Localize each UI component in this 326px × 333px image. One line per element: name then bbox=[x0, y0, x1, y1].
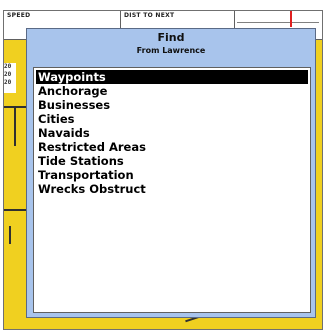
list-item-navaids[interactable]: Navaids bbox=[36, 126, 308, 140]
dist-to-next-field-label: DIST TO NEXT bbox=[124, 12, 175, 19]
list-item-restricted-areas[interactable]: Restricted Areas bbox=[36, 140, 308, 154]
map-road-line bbox=[9, 226, 11, 244]
list-item-tide-stations[interactable]: Tide Stations bbox=[36, 154, 308, 168]
list-item-businesses[interactable]: Businesses bbox=[36, 98, 308, 112]
map-road-line bbox=[4, 209, 28, 211]
find-dialog: Find From Lawrence Waypoints Anchorage B… bbox=[26, 28, 316, 318]
scale-line: 20 bbox=[4, 63, 12, 70]
scale-line: 20 bbox=[4, 71, 12, 78]
gps-device-screen: SPEED DIST TO NEXT 20 20 20 Find From La… bbox=[0, 0, 326, 333]
scale-line: 20 bbox=[4, 79, 12, 86]
map-road-line bbox=[4, 106, 28, 108]
speed-field-label: SPEED bbox=[7, 12, 31, 19]
compass-tape bbox=[237, 14, 319, 23]
list-item-anchorage[interactable]: Anchorage bbox=[36, 84, 308, 98]
map-scale-readout: 20 20 20 bbox=[4, 63, 16, 93]
map-road-line bbox=[14, 106, 16, 146]
list-item-wrecks-obstruct[interactable]: Wrecks Obstruct bbox=[36, 182, 308, 196]
dialog-header: Find From Lawrence bbox=[27, 29, 315, 65]
heading-marker-icon bbox=[290, 11, 292, 27]
list-item-cities[interactable]: Cities bbox=[36, 112, 308, 126]
list-item-transportation[interactable]: Transportation bbox=[36, 168, 308, 182]
dialog-title: Find bbox=[157, 31, 185, 44]
find-category-list: Waypoints Anchorage Businesses Cities Na… bbox=[33, 67, 311, 313]
list-item-waypoints[interactable]: Waypoints bbox=[36, 70, 308, 84]
dialog-subtitle: From Lawrence bbox=[136, 46, 206, 55]
